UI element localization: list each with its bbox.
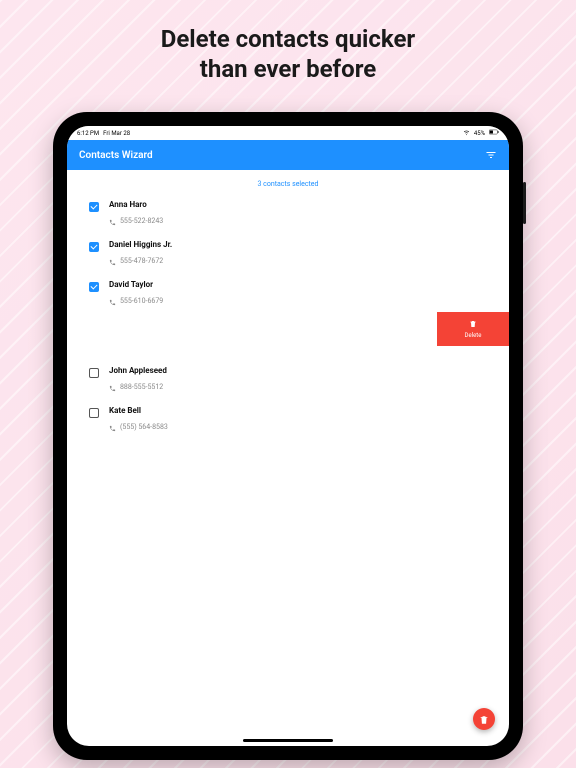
delete-swipe-action[interactable]: Delete xyxy=(437,312,509,346)
device-side-button xyxy=(523,182,526,224)
battery-icon xyxy=(489,129,499,137)
contact-row[interactable]: David Taylor 555-610-6679 xyxy=(67,276,509,316)
phone-icon xyxy=(109,377,116,396)
contact-row[interactable]: Daniel Higgins Jr. 555-478-7672 xyxy=(67,236,509,276)
contact-checkbox[interactable] xyxy=(89,368,99,378)
contact-info: Anna Haro 555-522-8243 xyxy=(109,200,163,230)
wifi-icon xyxy=(463,129,470,138)
contact-phone: 555-522-8243 xyxy=(120,217,163,225)
contact-checkbox[interactable] xyxy=(89,282,99,292)
contact-list[interactable]: Anna Haro 555-522-8243 Daniel Higgins Jr. 5… xyxy=(67,196,509,746)
home-indicator xyxy=(243,739,333,742)
phone-icon xyxy=(109,251,116,270)
contact-phone: 555-610-6679 xyxy=(120,297,163,305)
headline-line2: than ever before xyxy=(0,54,576,84)
status-battery: 45% xyxy=(474,130,485,137)
contact-phone: 888-555-5512 xyxy=(120,383,163,391)
contact-phone: 555-478-7672 xyxy=(120,257,163,265)
contact-info: Daniel Higgins Jr. 555-478-7672 xyxy=(109,240,172,270)
selection-count: 3 contacts selected xyxy=(67,170,509,196)
marketing-headline: Delete contacts quicker than ever before xyxy=(0,0,576,84)
contact-checkbox[interactable] xyxy=(89,408,99,418)
contact-name: Anna Haro xyxy=(109,200,163,209)
contact-name: David Taylor xyxy=(109,280,163,289)
contact-row[interactable]: Anna Haro 555-522-8243 xyxy=(67,196,509,236)
headline-line1: Delete contacts quicker xyxy=(0,24,576,54)
contact-phone: (555) 564-8583 xyxy=(120,423,168,431)
contact-info: Kate Bell (555) 564-8583 xyxy=(109,406,168,436)
contact-name: Kate Bell xyxy=(109,406,168,415)
phone-icon xyxy=(109,291,116,310)
contact-name: Daniel Higgins Jr. xyxy=(109,240,172,249)
contact-checkbox[interactable] xyxy=(89,202,99,212)
phone-icon xyxy=(109,417,116,436)
contact-info: John Appleseed 888-555-5512 xyxy=(109,366,167,396)
delete-label: Delete xyxy=(465,332,482,339)
contact-info: David Taylor 555-610-6679 xyxy=(109,280,163,310)
nav-bar: Contacts Wizard xyxy=(67,140,509,170)
status-date: Fri Mar 28 xyxy=(103,130,130,137)
delete-fab[interactable] xyxy=(473,708,495,730)
contact-row[interactable]: John Appleseed 888-555-5512 xyxy=(67,362,509,402)
phone-icon xyxy=(109,211,116,230)
device-frame: 6:12 PM Fri Mar 28 45% Contacts Wizard 3… xyxy=(53,112,523,760)
contact-row[interactable]: Kate Bell (555) 564-8583 xyxy=(67,402,509,442)
device-screen: 6:12 PM Fri Mar 28 45% Contacts Wizard 3… xyxy=(67,126,509,746)
trash-icon xyxy=(479,710,489,729)
contact-name: John Appleseed xyxy=(109,366,167,375)
app-title: Contacts Wizard xyxy=(79,150,153,161)
status-bar: 6:12 PM Fri Mar 28 45% xyxy=(67,126,509,140)
contact-checkbox[interactable] xyxy=(89,242,99,252)
status-time: 6:12 PM xyxy=(77,130,99,137)
filter-icon[interactable] xyxy=(485,146,497,165)
trash-icon xyxy=(469,320,477,330)
